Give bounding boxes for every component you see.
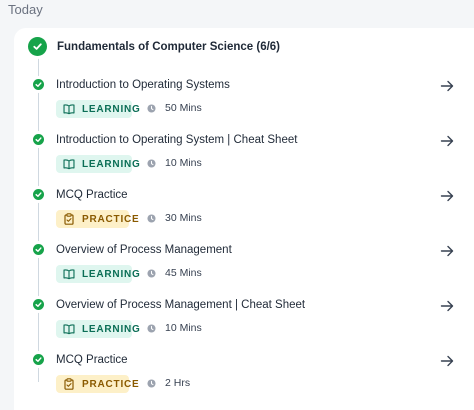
- practice-tag: PRACTICE: [56, 375, 139, 393]
- lesson-title[interactable]: MCQ Practice: [56, 353, 128, 367]
- day-label: Today: [8, 2, 43, 17]
- clock-icon: [147, 268, 156, 278]
- clock-icon: [147, 323, 156, 333]
- lesson-item[interactable]: MCQ Practice PRACTICE 2 Hrs: [14, 353, 474, 403]
- book-icon: [63, 269, 75, 280]
- module-card: Fundamentals of Computer Science (6/6) I…: [14, 28, 474, 410]
- complete-check-icon: [33, 189, 44, 200]
- duration-text: 2 Hrs: [165, 377, 191, 389]
- lesson-item[interactable]: MCQ Practice PRACTICE 30 Mins: [14, 188, 474, 238]
- lesson-title[interactable]: Introduction to Operating System | Cheat…: [56, 133, 297, 147]
- tag-label: LEARNING: [82, 158, 141, 170]
- lesson-item[interactable]: Overview of Process Management LEARNING …: [14, 243, 474, 293]
- duration-text: 10 Mins: [165, 322, 202, 334]
- tag-label: LEARNING: [82, 323, 141, 335]
- tag-label: LEARNING: [82, 103, 141, 115]
- learning-tag: LEARNING: [56, 320, 140, 338]
- arrow-right-icon[interactable]: [440, 354, 454, 368]
- complete-check-icon: [33, 354, 44, 365]
- clipboard-icon: [64, 378, 74, 390]
- lesson-title[interactable]: MCQ Practice: [56, 188, 128, 202]
- duration-text: 10 Mins: [165, 157, 202, 169]
- learning-tag: LEARNING: [56, 100, 140, 118]
- tag-label: LEARNING: [82, 268, 141, 280]
- book-icon: [63, 324, 75, 335]
- lesson-item[interactable]: Overview of Process Management | Cheat S…: [14, 298, 474, 348]
- complete-check-icon: [33, 134, 44, 145]
- tag-label: PRACTICE: [82, 213, 140, 225]
- clock-icon: [147, 213, 156, 223]
- duration-text: 30 Mins: [165, 212, 202, 224]
- clock-icon: [147, 103, 156, 113]
- book-icon: [63, 104, 75, 115]
- lesson-item[interactable]: Introduction to Operating Systems LEARNI…: [14, 78, 474, 128]
- book-icon: [63, 159, 75, 170]
- arrow-right-icon[interactable]: [440, 134, 454, 148]
- arrow-right-icon[interactable]: [440, 244, 454, 258]
- complete-check-icon: [33, 79, 44, 90]
- clock-icon: [147, 158, 156, 168]
- duration-text: 45 Mins: [165, 267, 202, 279]
- duration: 10 Mins: [147, 157, 202, 169]
- duration: 10 Mins: [147, 322, 202, 334]
- module-header[interactable]: Fundamentals of Computer Science (6/6): [28, 37, 280, 56]
- arrow-right-icon[interactable]: [440, 189, 454, 203]
- clipboard-icon: [64, 213, 74, 225]
- practice-tag: PRACTICE: [56, 210, 139, 228]
- duration: 45 Mins: [147, 267, 202, 279]
- learning-tag: LEARNING: [56, 155, 140, 173]
- lesson-title[interactable]: Introduction to Operating Systems: [56, 78, 230, 92]
- module-title: Fundamentals of Computer Science (6/6): [57, 40, 281, 53]
- arrow-right-icon[interactable]: [440, 79, 454, 93]
- lesson-title[interactable]: Overview of Process Management | Cheat S…: [56, 298, 305, 312]
- lesson-item[interactable]: Introduction to Operating System | Cheat…: [14, 133, 474, 183]
- learning-tag: LEARNING: [56, 265, 140, 283]
- duration: 50 Mins: [147, 102, 202, 114]
- module-complete-check-icon: [28, 37, 47, 56]
- duration: 30 Mins: [147, 212, 202, 224]
- duration-text: 50 Mins: [165, 102, 202, 114]
- complete-check-icon: [33, 244, 44, 255]
- lesson-title[interactable]: Overview of Process Management: [56, 243, 232, 257]
- clock-icon: [147, 378, 156, 388]
- complete-check-icon: [33, 299, 44, 310]
- duration: 2 Hrs: [147, 377, 190, 389]
- tag-label: PRACTICE: [82, 378, 140, 390]
- arrow-right-icon[interactable]: [440, 299, 454, 313]
